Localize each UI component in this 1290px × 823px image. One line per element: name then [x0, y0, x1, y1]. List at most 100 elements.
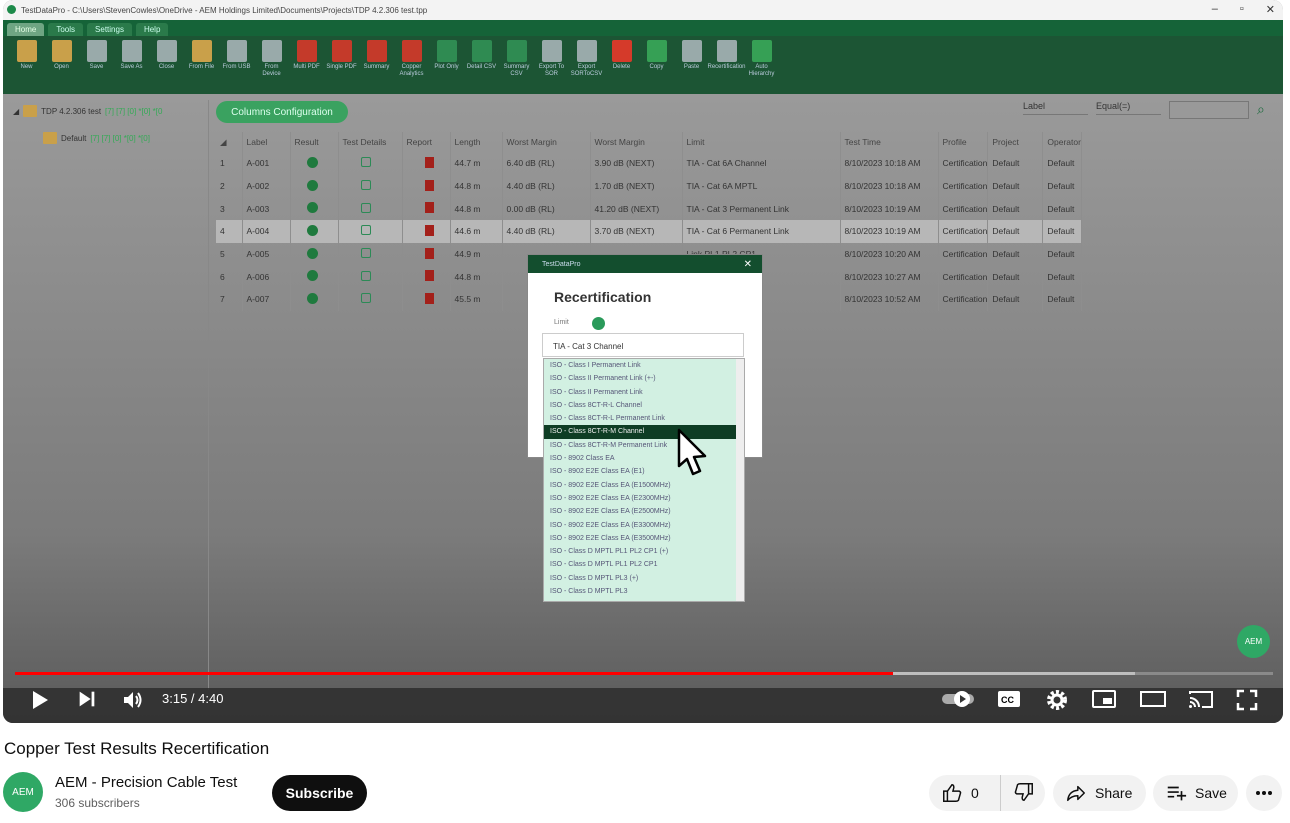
ribbon-button-label: Summary CSV [503, 64, 530, 77]
dislike-button[interactable] [1001, 781, 1035, 806]
ribbon-button-label: Single PDF [326, 64, 357, 70]
cell-test-time: 8/10/2023 10:19 AM [840, 197, 939, 221]
filter-bar: Label Equal(=) ⌕ [1023, 101, 1265, 119]
dialog-title: Recertification [554, 289, 652, 305]
dropdown-option: ISO - 8902 E2E Class EA (E2300MHz) [550, 494, 671, 502]
captions-icon[interactable]: CC [996, 688, 1022, 710]
pass-icon [306, 224, 318, 236]
maximize-icon: ▫ [1239, 3, 1244, 15]
cell-operator: Default [1042, 152, 1082, 175]
save-button[interactable]: Save [1153, 775, 1238, 811]
column-header: Worst Margin [502, 132, 591, 152]
cast-icon[interactable] [1187, 688, 1215, 710]
pass-icon [306, 292, 318, 304]
cell-operator: Default [1042, 288, 1082, 311]
progress-bar[interactable] [15, 672, 1273, 675]
pdf-report-icon [424, 270, 434, 282]
close-icon: ✕ [743, 258, 752, 270]
thumbs-down-icon [1014, 782, 1033, 801]
share-button[interactable]: Share [1053, 775, 1146, 811]
folder-icon [51, 40, 72, 62]
cell-test-details [338, 197, 403, 221]
share-label: Share [1095, 785, 1133, 801]
search-icon: ⌕ [1257, 101, 1265, 117]
cell-result [290, 265, 339, 289]
column-header: Profile [938, 132, 989, 152]
filter-value-box [1169, 101, 1249, 119]
cell-worst-margin-1: 4.40 dB (RL) [502, 174, 591, 198]
cell-test-details [338, 220, 403, 243]
cell-worst-margin-1: 4.40 dB (RL) [502, 220, 591, 243]
cell-worst-margin-2: 3.70 dB (NEXT) [590, 220, 683, 243]
ribbon-button: Copper Analytics [396, 40, 427, 90]
tree-root-node: ◢ TDP 4.2.306 test [7] [7] [0] *[0] *[0 [13, 105, 162, 117]
cell-worst-margin-2: 41.20 dB (NEXT) [590, 197, 683, 221]
edit-icon [360, 180, 371, 191]
pdf-icon [296, 40, 317, 62]
filter-operator: Equal(=) [1096, 101, 1161, 115]
dropdown-option: ISO - Class I Permanent Link [550, 362, 641, 369]
like-button[interactable]: 0 [929, 775, 1001, 811]
cell-profile: Certification [938, 288, 989, 311]
video-player[interactable]: TestDataPro - C:\Users\StevenCowles\OneD… [3, 0, 1283, 723]
svg-text:CC: CC [1001, 695, 1014, 705]
save-playlist-icon [1167, 786, 1187, 801]
more-actions-button[interactable] [1246, 775, 1282, 811]
row-number: 2 [216, 174, 243, 198]
ribbon-button-label: From Device [262, 64, 281, 77]
theater-mode-icon[interactable] [1139, 688, 1167, 710]
dropdown-option: ISO - Class II Permanent Link [550, 388, 643, 396]
row-number: 5 [216, 242, 243, 266]
menu-item-tools: Tools [48, 23, 84, 36]
dialog-titlebar: TestDataPro ✕ [528, 255, 762, 273]
cell-project: Default [987, 288, 1044, 311]
ribbon-button: From File [186, 40, 217, 90]
ribbon-button: Summary CSV [501, 40, 532, 90]
subscribe-button[interactable]: Subscribe [272, 775, 367, 811]
cell-project: Default [987, 265, 1044, 289]
ribbon-button-label: Delete [612, 64, 631, 70]
row-number: 7 [216, 288, 243, 311]
dropdown-option: ISO - Class D MPTL PL1 PL2 CP1 (+) [550, 548, 669, 556]
column-header: Report [402, 132, 451, 152]
ribbon-button: From Device [256, 40, 287, 90]
doc-icon [541, 40, 562, 62]
cell-operator: Default [1042, 197, 1082, 221]
autoplay-toggle-icon[interactable] [940, 688, 978, 710]
aem-watermark: AEM [1237, 625, 1270, 658]
miniplayer-icon[interactable] [1091, 688, 1117, 710]
pass-icon [306, 156, 318, 168]
cell-test-time: 8/10/2023 10:27 AM [840, 265, 939, 289]
dropdown-option: ISO - Class D MPTL PL3 (+) [550, 574, 639, 582]
row-number: 1 [216, 152, 243, 175]
column-header: Limit [682, 132, 841, 152]
cell-operator: Default [1042, 242, 1082, 266]
row-number: 3 [216, 197, 243, 221]
dropdown-option: ISO - Class 8CT-R-L Permanent Link [550, 415, 665, 423]
cell-worst-margin-1: 0.00 dB (RL) [502, 197, 591, 221]
channel-avatar[interactable]: AEM [3, 772, 43, 812]
next-icon[interactable] [76, 688, 98, 710]
settings-gear-icon[interactable] [1045, 688, 1069, 712]
cell-project: Default [987, 152, 1044, 175]
table-header-row: ◢ Label Result Test Details Report Length Wors… [216, 132, 1082, 152]
ribbon-button: Single PDF [326, 40, 357, 90]
tree-child-label: Default [61, 133, 87, 143]
save-label: Save [1195, 785, 1227, 801]
limit-combo: TIA - Cat 3 Channel [542, 333, 744, 357]
csv-icon [506, 40, 527, 62]
volume-icon[interactable] [121, 688, 145, 712]
folder-icon [16, 40, 37, 62]
edit-icon [360, 225, 371, 236]
channel-name[interactable]: AEM - Precision Cable Test [55, 774, 237, 791]
ribbon-button: Summary [361, 40, 392, 90]
play-icon[interactable] [27, 688, 51, 712]
dropdown-option: ISO - 8902 E2E Class EA (E3300MHz) [550, 521, 671, 529]
cell-test-details [338, 265, 403, 289]
cell-result [290, 197, 339, 221]
cell-profile: Certification [938, 174, 989, 198]
ribbon-button-label: From USB [222, 64, 251, 70]
limit-label: Limit [554, 319, 569, 326]
fullscreen-icon[interactable] [1235, 688, 1259, 712]
columns-configuration-button: Columns Configuration [216, 101, 348, 123]
